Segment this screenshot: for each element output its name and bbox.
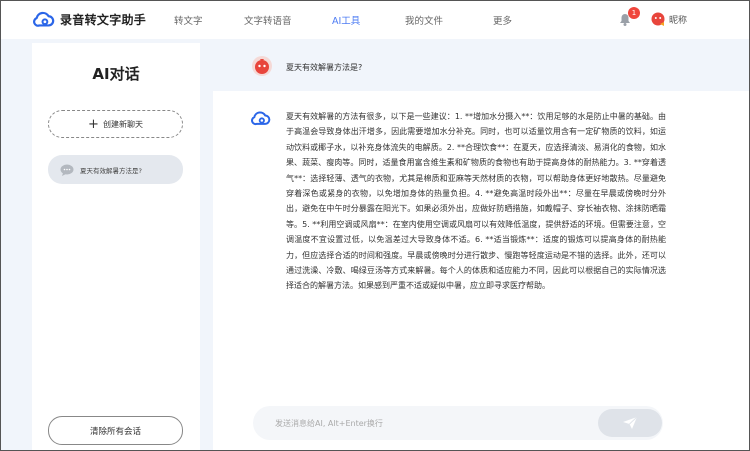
plus-icon: + [88, 116, 99, 132]
top-navigation-bar: 录音转文字助手 转文字 文字转语音 AI工具 我的文件 更多 1 昵称 [1, 1, 749, 39]
clear-all-label: 清除所有会话 [89, 426, 141, 437]
chat-bubble-icon [60, 164, 74, 176]
ai-answer-text: 夏天有效解暑的方法有很多，以下是一些建议：1. **增加水分摄入**：饮用足够的… [286, 112, 666, 291]
user-avatar[interactable] [650, 11, 666, 27]
sidebar: AI对话 + 创建新聊天 夏天有效解暑方法是? 清除所有会话 [32, 43, 200, 450]
sidebar-title: AI对话 [92, 65, 140, 83]
app-name: 录音转文字助手 [60, 12, 147, 27]
nav-item-text-to-speech[interactable]: 文字转语音 [244, 13, 292, 27]
chat-panel: 夏天有效解暑方法是? 夏天有效解暑的方法有很多，以下是一些建议：1. **增加水… [213, 43, 749, 450]
nav-item-my-files[interactable]: 我的文件 [405, 13, 443, 27]
nav-item-ai-tools[interactable]: AI工具 [332, 13, 360, 27]
message-input-bar [253, 406, 663, 440]
user-question-text: 夏天有效解暑方法是? [286, 63, 363, 72]
history-item-label: 夏天有效解暑方法是? [80, 166, 142, 175]
paper-plane-icon [623, 416, 638, 429]
nav-item-more[interactable]: 更多 [493, 13, 512, 27]
message-input[interactable] [275, 406, 575, 440]
nav-item-transcribe[interactable]: 转文字 [174, 13, 203, 27]
cloud-logo-icon [33, 11, 55, 27]
clear-all-sessions-button[interactable]: 清除所有会话 [48, 416, 183, 445]
history-item[interactable]: 夏天有效解暑方法是? [48, 155, 183, 184]
notification-badge: 1 [628, 7, 640, 19]
user-message-avatar [252, 56, 272, 76]
ai-assistant-icon [251, 111, 271, 126]
new-chat-label: 创建新聊天 [102, 119, 143, 129]
new-chat-button[interactable]: + 创建新聊天 [48, 110, 183, 138]
user-name[interactable]: 昵称 [669, 13, 687, 26]
app-window: 录音转文字助手 转文字 文字转语音 AI工具 我的文件 更多 1 昵称 AI对话… [0, 0, 750, 451]
app-logo[interactable]: 录音转文字助手 [33, 10, 146, 28]
send-button[interactable] [598, 409, 662, 437]
user-question-row: 夏天有效解暑方法是? [213, 43, 749, 91]
